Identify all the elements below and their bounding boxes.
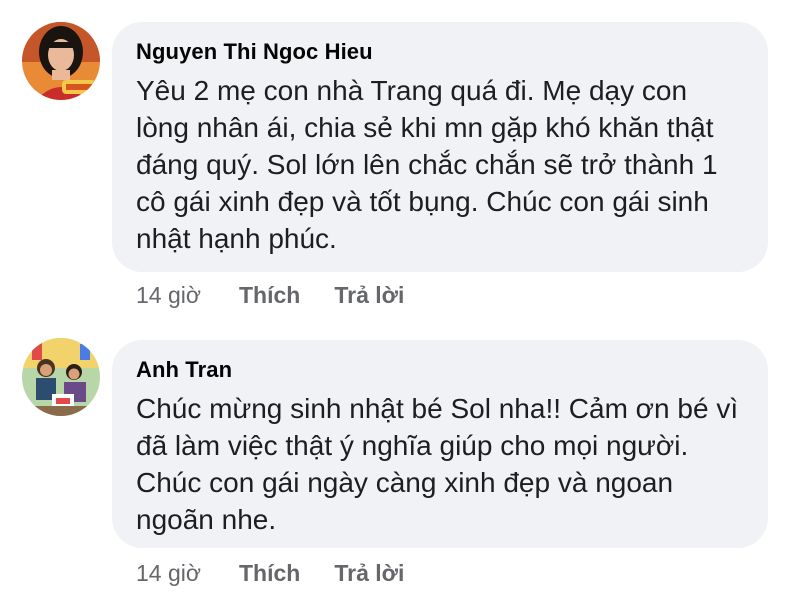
reply-button[interactable]: Trả lời xyxy=(334,281,404,309)
avatar[interactable] xyxy=(22,22,100,100)
reply-button[interactable]: Trả lời xyxy=(334,559,404,587)
comment-author[interactable]: Nguyen Thi Ngoc Hieu xyxy=(136,38,746,66)
comment-actions: 14 giờ Thích Trả lời xyxy=(136,559,438,587)
woman-portrait-avatar-icon xyxy=(22,22,100,100)
comment-timestamp[interactable]: 14 giờ xyxy=(136,281,239,309)
family-photo-avatar-icon xyxy=(22,338,100,416)
comment-actions: 14 giờ Thích Trả lời xyxy=(136,281,438,309)
like-button[interactable]: Thích xyxy=(239,559,300,587)
like-button[interactable]: Thích xyxy=(239,281,300,309)
avatar[interactable] xyxy=(22,338,100,416)
comment-author[interactable]: Anh Tran xyxy=(136,356,746,384)
comment-text: Yêu 2 mẹ con nhà Trang quá đi. Mẹ dạy co… xyxy=(136,75,718,254)
comment-bubble: Anh Tran Chúc mừng sinh nhật bé Sol nha!… xyxy=(112,340,768,548)
comment-thread: Nguyen Thi Ngoc Hieu Yêu 2 mẹ con nhà Tr… xyxy=(0,0,800,600)
comment-bubble: Nguyen Thi Ngoc Hieu Yêu 2 mẹ con nhà Tr… xyxy=(112,22,768,272)
comment-timestamp[interactable]: 14 giờ xyxy=(136,559,239,587)
comment-text: Chúc mừng sinh nhật bé Sol nha!! Cảm ơn … xyxy=(136,393,739,535)
